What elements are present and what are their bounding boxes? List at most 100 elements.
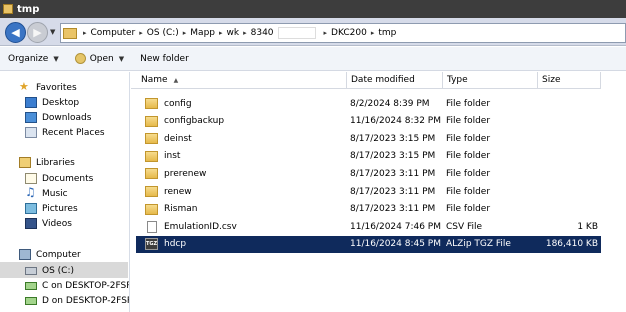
pictures-icon [25, 203, 37, 214]
nav-item-documents[interactable]: Documents [25, 171, 93, 186]
file-type: File folder [446, 186, 491, 197]
window-titlebar: tmp [0, 0, 626, 18]
file-date-modified: 8/17/2023 3:11 PM [350, 168, 436, 179]
column-header-label: Size [542, 75, 561, 85]
file-name: configbackup [164, 116, 225, 127]
nav-computer[interactable]: Computer [19, 247, 81, 262]
nav-item-d-on-desktop[interactable]: D on DESKTOP-2FSP3F [25, 293, 129, 308]
window-title: tmp [17, 3, 40, 15]
column-header-size[interactable]: Size [538, 72, 601, 89]
column-header-date[interactable]: Date modified [347, 72, 443, 89]
file-list[interactable]: Name ▲ Date modified Type Size config 8/2… [131, 72, 626, 312]
nav-item-videos[interactable]: Videos [25, 216, 72, 231]
nav-favorites[interactable]: Favorites [19, 80, 77, 95]
nav-label: Pictures [42, 203, 78, 214]
file-name-cell: renew [145, 183, 345, 200]
file-name-cell: TGZ hdcp [145, 236, 345, 253]
breadcrumb-os-c[interactable]: ▸ OS (C:) [139, 28, 179, 38]
chevron-right-icon[interactable]: ▸ [183, 29, 187, 37]
nav-item-c-on-desktop[interactable]: C on DESKTOP-2FSP3F [25, 278, 129, 293]
chevron-down-icon: ▼ [53, 54, 59, 63]
file-row[interactable]: renew 8/17/2023 3:11 PM File folder [136, 183, 601, 200]
drive-icon [25, 266, 37, 275]
file-row[interactable]: prerenew 8/17/2023 3:11 PM File folder [136, 165, 601, 182]
nav-item-desktop[interactable]: Desktop [25, 95, 79, 110]
nav-libraries[interactable]: Libraries [19, 155, 75, 170]
organize-button[interactable]: Organize ▼ [0, 48, 67, 70]
nav-label: Libraries [36, 157, 75, 168]
file-date-modified: 8/17/2023 3:15 PM [350, 151, 436, 162]
file-size [540, 95, 598, 112]
nav-item-music[interactable]: Music [25, 185, 68, 201]
address-bar[interactable]: ▸ Computer ▸ OS (C:) ▸ Mapp ▸ wk ▸ 8340 … [60, 23, 626, 43]
file-row[interactable]: deinst 8/17/2023 3:15 PM File folder [136, 130, 601, 147]
breadcrumb-8340[interactable]: ▸ 8340 [243, 27, 319, 39]
file-type: File folder [446, 151, 491, 162]
file-type: File folder [446, 133, 491, 144]
downloads-icon [25, 112, 37, 123]
computer-icon [19, 249, 31, 260]
file-name: renew [164, 186, 192, 197]
file-type: CSV File [446, 221, 483, 232]
file-row[interactable]: config 8/2/2024 8:39 PM File folder [136, 95, 601, 112]
folder-icon [145, 186, 158, 197]
documents-icon [25, 173, 37, 184]
redacted-region [277, 27, 316, 39]
chevron-right-icon[interactable]: ▸ [371, 29, 375, 37]
breadcrumb-computer[interactable]: ▸ Computer [83, 28, 135, 38]
breadcrumb-label: Computer [90, 28, 136, 38]
nav-label: Music [42, 188, 68, 199]
column-header-label: Date modified [351, 75, 415, 85]
file-size [540, 183, 598, 200]
file-date-modified: 8/17/2023 3:11 PM [350, 204, 436, 215]
file-type: File folder [446, 168, 491, 179]
nav-item-downloads[interactable]: Downloads [25, 110, 91, 125]
organize-label: Organize [8, 53, 49, 64]
folder-icon [145, 133, 158, 145]
file-row[interactable]: configbackup 11/16/2024 8:32 PM File folde… [136, 113, 601, 130]
nav-item-os-c[interactable]: OS (C:) [25, 263, 74, 278]
file-row[interactable]: inst 8/17/2023 3:15 PM File folder [136, 148, 601, 165]
file-name-cell: Risman [145, 201, 345, 218]
nav-item-pictures[interactable]: Pictures [25, 201, 78, 216]
file-name-cell: deinst [145, 130, 345, 147]
breadcrumb-wk[interactable]: ▸ wk [219, 28, 239, 38]
videos-icon [25, 218, 37, 229]
new-folder-button[interactable]: New folder [132, 48, 197, 70]
forward-button[interactable]: ▶ [27, 22, 48, 43]
music-icon [25, 185, 37, 199]
nav-label: Computer [36, 249, 81, 260]
file-row[interactable]: TGZ hdcp 11/16/2024 8:45 PM ALZip TGZ File 1… [136, 235, 601, 253]
navigation-pane[interactable]: Favorites Desktop Downloads Recent Place… [0, 72, 130, 312]
recent-pages-dropdown-icon[interactable]: ▼ [50, 28, 55, 36]
nav-label: Desktop [42, 97, 80, 108]
recent-places-icon [25, 127, 37, 138]
file-name-cell: EmulationID.csv [145, 218, 345, 235]
breadcrumb-mapp[interactable]: ▸ Mapp [183, 28, 215, 38]
column-header-type[interactable]: Type [443, 72, 538, 89]
file-row[interactable]: Risman 8/17/2023 3:11 PM File folder [136, 201, 601, 218]
open-label: Open [89, 53, 114, 64]
chevron-down-icon: ▼ [118, 54, 125, 63]
chevron-right-icon[interactable]: ▸ [139, 29, 143, 37]
back-button[interactable]: ◀ [5, 22, 26, 43]
csv-file-icon [147, 220, 157, 233]
file-row[interactable]: EmulationID.csv 11/16/2024 7:46 PM CSV Fil… [136, 218, 601, 235]
breadcrumb-dkc200[interactable]: ▸ DKC200 [324, 28, 367, 38]
open-button[interactable]: Open ▼ [67, 48, 132, 70]
column-header-name[interactable]: Name ▲ [131, 72, 347, 89]
open-icon [74, 53, 86, 64]
file-size [540, 113, 598, 130]
file-date-modified: 11/16/2024 7:46 PM [350, 221, 441, 232]
file-name-cell: inst [145, 148, 345, 165]
chevron-right-icon[interactable]: ▸ [83, 29, 87, 37]
breadcrumb-tmp[interactable]: ▸ tmp [371, 28, 397, 38]
tgz-file-icon: TGZ [145, 238, 158, 251]
libraries-icon [19, 157, 31, 168]
chevron-right-icon[interactable]: ▸ [243, 29, 247, 37]
file-size: 1 KB [577, 221, 598, 232]
chevron-right-icon[interactable]: ▸ [324, 29, 328, 37]
nav-item-recent-places[interactable]: Recent Places [25, 125, 105, 140]
chevron-right-icon[interactable]: ▸ [219, 29, 223, 37]
file-name-cell: config [145, 95, 345, 112]
